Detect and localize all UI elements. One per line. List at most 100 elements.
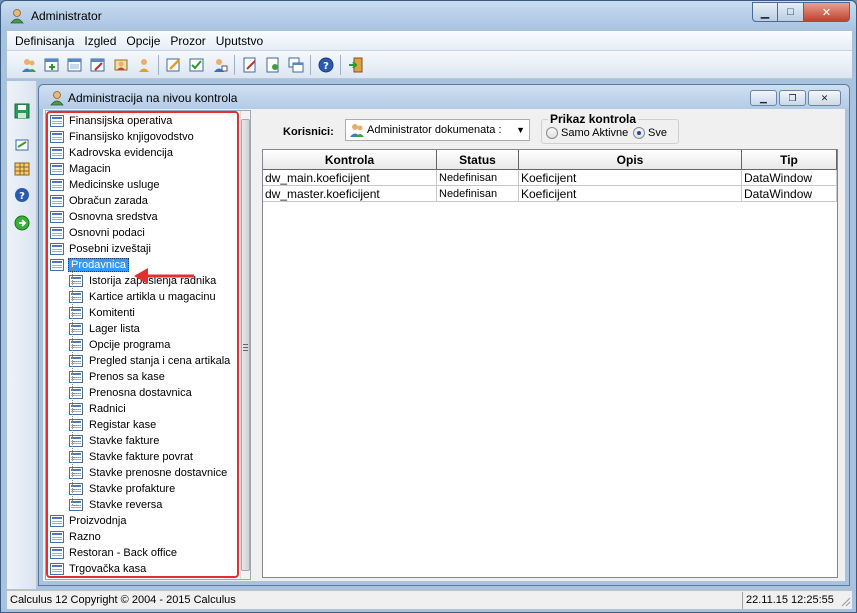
status-copyright: Calculus 12 Copyright © 2004 - 2015 Calc… xyxy=(10,594,236,606)
tree-node-module[interactable]: Osnovni podaci xyxy=(50,225,146,241)
tree-node-control[interactable]: Prenosna dostavnica xyxy=(69,385,193,401)
add-window-icon xyxy=(44,58,58,71)
tree-node-control[interactable]: Stavke profakture xyxy=(69,481,176,497)
menu-prozor[interactable]: Prozor xyxy=(165,34,210,48)
svg-text:?: ? xyxy=(323,61,329,72)
tree-node-module[interactable]: Finansijsko knjigovodstvo xyxy=(50,129,195,145)
toolbar-help-button[interactable]: ? xyxy=(314,53,337,76)
cell-status[interactable]: Nedefinisan xyxy=(437,170,519,186)
tree-node-control[interactable]: Pregled stanja i cena artikala xyxy=(69,353,231,369)
tree-node-module[interactable]: Osnovna sredstva xyxy=(50,209,159,225)
korisnici-dropdown[interactable]: Administrator dokumenata : ▼ xyxy=(345,119,530,141)
tree-node-control[interactable]: Opcije programa xyxy=(69,337,171,353)
menu-definisanja[interactable]: Definisanja xyxy=(7,34,79,48)
table-row[interactable]: dw_main.koeficijent Nedefinisan Koeficij… xyxy=(263,170,837,186)
go-icon xyxy=(14,215,30,231)
toolbar-document-edit-button[interactable] xyxy=(238,53,261,76)
svg-text:?: ? xyxy=(19,191,25,202)
tree-scrollbar[interactable] xyxy=(240,111,250,579)
help-icon: ? xyxy=(15,188,29,202)
radio-sve-label: Sve xyxy=(648,127,667,139)
table-icon xyxy=(50,227,64,239)
column-header-status[interactable]: Status xyxy=(437,150,519,170)
toolbar-add-window-button[interactable] xyxy=(40,53,63,76)
radio-sve[interactable]: Sve xyxy=(633,127,667,139)
cell-opis: Koeficijent xyxy=(519,170,742,186)
toolbar-checklist-button[interactable] xyxy=(185,53,208,76)
menu-uputstvo[interactable]: Uputstvo xyxy=(211,34,268,48)
toolbar-exit-button[interactable] xyxy=(344,53,367,76)
tree-node-module[interactable]: Kadrovska evidencija xyxy=(50,145,174,161)
tree-node-module[interactable]: Medicinske usluge xyxy=(50,177,161,193)
tree-node-module[interactable]: Finansijska operativa xyxy=(50,113,173,129)
annotation-arrow-icon xyxy=(134,268,194,284)
tree-node-control[interactable]: Prenos sa kase xyxy=(69,369,166,385)
toolbar-user-key-button[interactable] xyxy=(132,53,155,76)
child-minimize-button[interactable]: ▁ xyxy=(750,90,777,106)
korisnici-value: Administrator dokumenata : xyxy=(367,124,502,136)
tree-node-module[interactable]: Posebni izveštaji xyxy=(50,241,152,257)
side-refresh-button[interactable] xyxy=(12,135,32,155)
tree-connector xyxy=(73,377,81,378)
tree-node-module[interactable]: Obračun zarada xyxy=(50,193,149,209)
toolbar-document-gear-button[interactable] xyxy=(261,53,284,76)
column-header-opis[interactable]: Opis xyxy=(519,150,742,170)
tree-node-control[interactable]: Stavke reversa xyxy=(69,497,163,513)
help-icon: ? xyxy=(318,57,333,72)
menu-izgled[interactable]: Izgled xyxy=(79,34,121,48)
tree-node-selected[interactable]: Prodavnica xyxy=(50,257,130,273)
tree-node-module[interactable]: Razno xyxy=(50,529,102,545)
toolbar-edit-button[interactable] xyxy=(162,53,185,76)
child-maximize-button[interactable]: ❐ xyxy=(779,90,806,106)
radio-samo-aktivne[interactable]: Samo Aktivne xyxy=(546,127,628,139)
controls-grid[interactable]: Kontrola Status Opis Tip dw_main.koefici… xyxy=(262,149,838,578)
client-area: Finansijska operativa Finansijsko knjigov… xyxy=(43,109,845,581)
tree-node-module[interactable]: Restoran - Back office xyxy=(50,545,178,561)
status-datetime: 22.11.15 12:25:55 xyxy=(742,591,838,609)
tree-connector xyxy=(73,473,81,474)
tree-node-control[interactable]: Registar kase xyxy=(69,417,157,433)
tree-node-control[interactable]: Stavke fakture xyxy=(69,433,160,449)
child-window: Administracija na nivou kontrola ▁ ❐ ✕ F… xyxy=(38,84,850,586)
user-edit-icon xyxy=(213,58,227,72)
toolbar-copy-window-button[interactable] xyxy=(284,53,307,76)
toolbar-window-button[interactable] xyxy=(63,53,86,76)
table-icon xyxy=(50,531,64,543)
tree-node-module[interactable]: Magacin xyxy=(50,161,112,177)
side-save-button[interactable] xyxy=(12,101,32,121)
grid-header: Kontrola Status Opis Tip xyxy=(263,150,837,170)
minimize-icon: ▁ xyxy=(760,6,770,19)
cell-status[interactable]: Nedefinisan xyxy=(437,186,519,202)
column-header-tip[interactable]: Tip xyxy=(742,150,837,170)
menu-opcije[interactable]: Opcije xyxy=(121,34,165,48)
minimize-button[interactable]: ▁ xyxy=(752,2,778,22)
tree-node-control[interactable]: Kartice artikla u magacinu xyxy=(69,289,217,305)
child-close-button[interactable]: ✕ xyxy=(808,90,841,106)
tree-scrollbar-thumb[interactable] xyxy=(241,119,250,571)
side-grid-button[interactable] xyxy=(12,159,32,179)
tree-node-label: Kadrovska evidencija xyxy=(69,147,173,159)
tree-node-control[interactable]: Stavke prenosne dostavnice xyxy=(69,465,228,481)
controls-tree[interactable]: Finansijska operativa Finansijsko knjigov… xyxy=(45,110,251,580)
toolbar-users-group-button[interactable] xyxy=(109,53,132,76)
toolbar-user-edit-button[interactable] xyxy=(208,53,231,76)
tree-node-module[interactable]: Proizvodnja xyxy=(50,513,127,529)
resize-grip-icon[interactable] xyxy=(838,592,852,609)
toolbar-separator xyxy=(310,54,311,75)
tree-node-label: Prenos sa kase xyxy=(89,371,165,383)
tree-node-label: Magacin xyxy=(69,163,111,175)
table-icon xyxy=(50,563,64,575)
toolbar-window-edit-button[interactable] xyxy=(86,53,109,76)
tree-node-control[interactable]: Stavke fakture povrat xyxy=(69,449,194,465)
side-help-button[interactable]: ? xyxy=(12,185,32,205)
close-button[interactable]: ✕ xyxy=(804,2,850,22)
toolbar-users-button[interactable] xyxy=(17,53,40,76)
side-go-button[interactable] xyxy=(12,213,32,233)
tree-connector xyxy=(73,409,81,410)
column-header-kontrola[interactable]: Kontrola xyxy=(263,150,437,170)
radio-icon xyxy=(546,127,558,139)
tree-node-label: Medicinske usluge xyxy=(69,179,160,191)
table-row[interactable]: dw_master.koeficijent Nedefinisan Koefic… xyxy=(263,186,837,202)
tree-node-module[interactable]: Trgovačka kasa xyxy=(50,561,147,577)
maximize-button[interactable]: □ xyxy=(778,2,804,22)
